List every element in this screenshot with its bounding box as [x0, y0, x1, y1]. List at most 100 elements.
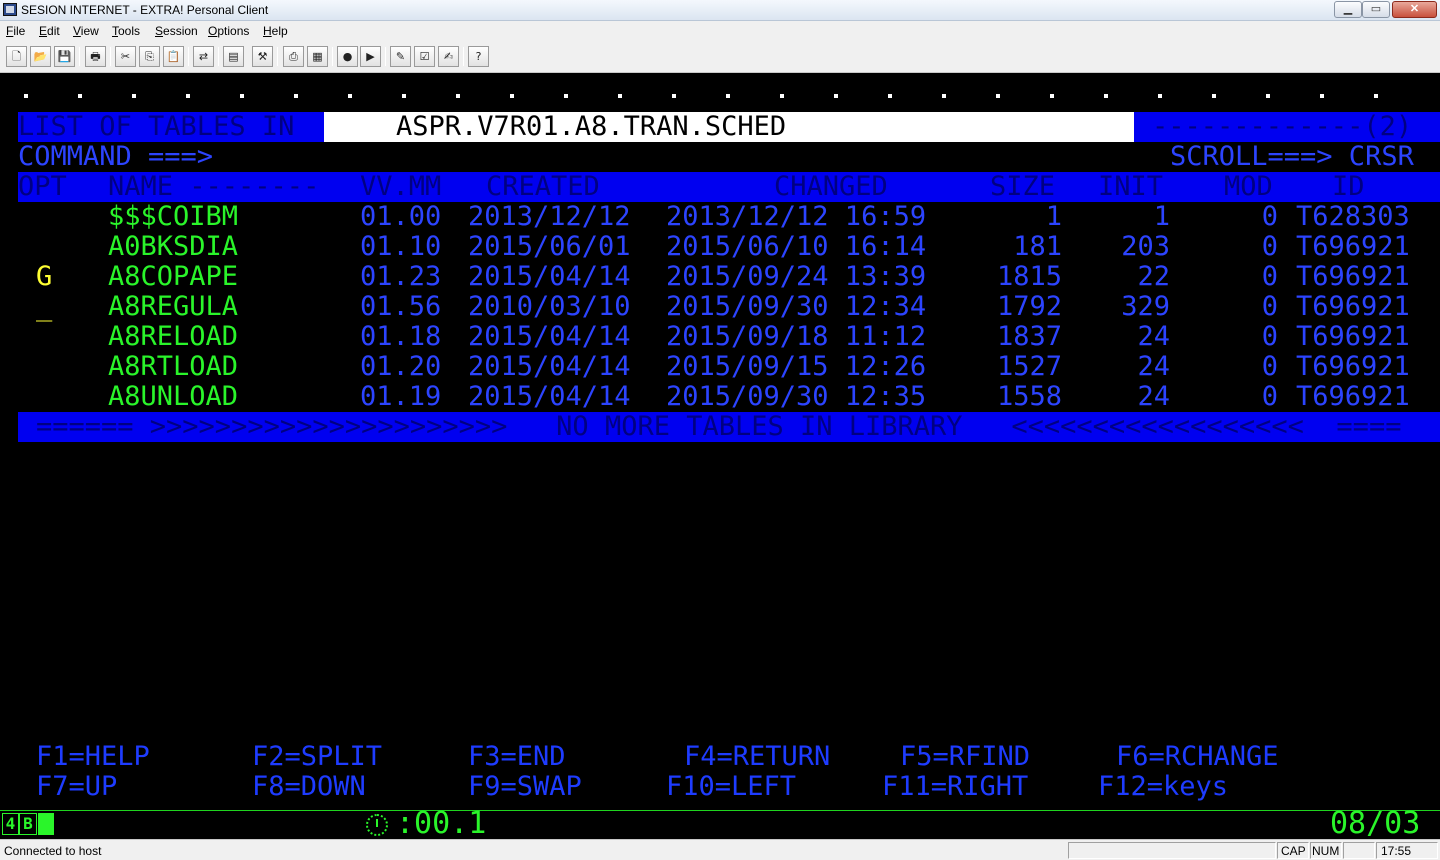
- operator-info-area: 4 B :00.1 08/03: [0, 806, 1440, 841]
- row-size: 1527: [996, 351, 1062, 382]
- table-row[interactable]: $$$COIBM 01.00 2013/12/12 2013/12/12 16:59 1…: [0, 202, 1440, 232]
- toolbar: 🗋 📂 💾 🖶 ✂ ⎘ 📋 ⇄ ▤ ⚒ ⎙ ▦ ● ▶ ✎ ☑ ✍ ?: [0, 41, 1440, 73]
- quickpad-icon[interactable]: ☑: [414, 46, 435, 67]
- menu-edit[interactable]: Edit: [39, 24, 60, 38]
- row-id: T696921: [1296, 381, 1410, 412]
- row-changed: 2015/09/30 12:34: [666, 291, 927, 322]
- table-row[interactable]: _ A8REGULA 01.56 2010/03/10 2015/09/30 12:34…: [0, 292, 1440, 322]
- close-button[interactable]: ✕: [1392, 1, 1437, 18]
- row-name[interactable]: A8RELOAD: [108, 322, 238, 352]
- minimize-button[interactable]: ▁: [1334, 1, 1362, 18]
- menu-help[interactable]: Help: [263, 24, 288, 38]
- row-id: T696921: [1296, 351, 1410, 382]
- row-created: 2015/06/01: [468, 231, 631, 262]
- session-letter: B: [19, 813, 37, 835]
- row-opt[interactable]: _: [36, 292, 52, 322]
- fkey-f8[interactable]: F8=DOWN: [252, 772, 366, 802]
- fkey-f12[interactable]: F12=keys: [1098, 772, 1228, 802]
- row-size: 1558: [996, 381, 1062, 412]
- fkey-f11[interactable]: F11=RIGHT: [882, 772, 1028, 802]
- macro-icon[interactable]: ▶: [360, 46, 381, 67]
- row-vvmm: 01.20: [360, 351, 442, 382]
- fkey-f3[interactable]: F3=END: [468, 742, 566, 772]
- clipboard-icon[interactable]: ▤: [223, 46, 244, 67]
- col-mod: MOD: [1224, 171, 1273, 202]
- transfer-icon[interactable]: ⇄: [193, 46, 214, 67]
- fkey-f5[interactable]: F5=RFIND: [900, 742, 1030, 772]
- row-vvmm: 01.00: [360, 201, 442, 232]
- row-opt[interactable]: G: [36, 262, 52, 292]
- table-row[interactable]: A8RELOAD 01.18 2015/04/14 2015/09/18 11:12 1…: [0, 322, 1440, 352]
- fkey-f4[interactable]: F4=RETURN: [684, 742, 830, 772]
- row-init: 329: [1121, 291, 1170, 322]
- row-changed: 2015/09/24 13:39: [666, 261, 927, 292]
- page-setup-icon[interactable]: ▦: [307, 46, 328, 67]
- row-changed: 2015/09/30 12:35: [666, 381, 927, 412]
- row-mod: 0: [1261, 321, 1278, 352]
- row-vvmm: 01.23: [360, 261, 442, 292]
- table-row[interactable]: A8RTLOAD 01.20 2015/04/14 2015/09/15 12:26 1…: [0, 352, 1440, 382]
- menu-tools[interactable]: Tools: [112, 24, 140, 38]
- col-vvmm: VV.MM: [360, 171, 442, 202]
- library-name[interactable]: ASPR.V7R01.A8.TRAN.SCHED: [396, 112, 786, 142]
- fkey-f7[interactable]: F7=UP: [36, 772, 117, 802]
- toolbar-separator: [332, 47, 333, 66]
- hotspot-icon[interactable]: ✍: [438, 46, 459, 67]
- fkey-f2[interactable]: F2=SPLIT: [252, 742, 382, 772]
- open-icon[interactable]: 📂: [30, 46, 51, 67]
- app-icon[interactable]: [3, 3, 17, 16]
- row-changed: 2015/09/15 12:26: [666, 351, 927, 382]
- maximize-button[interactable]: ▭: [1362, 1, 1390, 18]
- terminal-screen[interactable]: LIST OF TABLES IN ASPR.V7R01.A8.TRAN.SCH…: [0, 74, 1440, 810]
- row-created: 2015/04/14: [468, 381, 631, 412]
- window-title-bar[interactable]: SESION INTERNET - EXTRA! Personal Client…: [0, 0, 1440, 21]
- row-id: T696921: [1296, 291, 1410, 322]
- new-icon[interactable]: 🗋: [6, 46, 27, 67]
- row-name[interactable]: A8RTLOAD: [108, 352, 238, 382]
- cut-icon[interactable]: ✂: [115, 46, 136, 67]
- col-changed: CHANGED: [774, 171, 888, 202]
- menu-file[interactable]: File: [6, 24, 25, 38]
- fkey-f10[interactable]: F10=LEFT: [666, 772, 796, 802]
- edit-quickpad-icon[interactable]: ✎: [390, 46, 411, 67]
- copy-icon[interactable]: ⎘: [139, 46, 160, 67]
- table-row[interactable]: A8UNLOAD 01.19 2015/04/14 2015/09/30 12:35 1…: [0, 382, 1440, 412]
- print-screen-icon[interactable]: ⎙: [283, 46, 304, 67]
- row-name[interactable]: $$$COIBM: [108, 202, 238, 232]
- fkey-f6[interactable]: F6=RCHANGE: [1116, 742, 1279, 772]
- toolbar-separator: [463, 47, 464, 66]
- field-marker-dots: [18, 94, 1440, 106]
- fkey-f1[interactable]: F1=HELP: [36, 742, 150, 772]
- toolbar-separator: [277, 47, 278, 66]
- clock-time: 17:55: [1381, 844, 1412, 858]
- row-init: 22: [1137, 261, 1170, 292]
- session-number: 4: [2, 813, 19, 835]
- row-name[interactable]: A8REGULA: [108, 292, 238, 322]
- connect-icon[interactable]: ●: [337, 46, 358, 67]
- table-row[interactable]: G A8COPAPE 01.23 2015/04/14 2015/09/24 13:39…: [0, 262, 1440, 292]
- row-init: 24: [1137, 381, 1170, 412]
- tools-icon[interactable]: ⚒: [252, 46, 273, 67]
- save-icon[interactable]: 💾: [54, 46, 75, 67]
- row-name[interactable]: A0BKSDIA: [108, 232, 238, 262]
- scroll-label[interactable]: SCROLL===> CRSR: [1170, 142, 1414, 172]
- fkey-f9[interactable]: F9=SWAP: [468, 772, 582, 802]
- menu-options[interactable]: Options: [208, 24, 249, 38]
- table-row[interactable]: A0BKSDIA 01.10 2015/06/01 2015/06/10 16:14 1…: [0, 232, 1440, 262]
- help-icon[interactable]: ?: [468, 46, 489, 67]
- row-mod: 0: [1261, 351, 1278, 382]
- col-size: SIZE: [990, 171, 1056, 202]
- paste-icon[interactable]: 📋: [163, 46, 184, 67]
- row-size: 1: [1045, 201, 1062, 232]
- no-more-tables-message: ====== >>>>>>>>>>>>>>>>>>>>>> NO MORE TA…: [36, 411, 1402, 442]
- header-title: LIST OF TABLES IN: [18, 111, 295, 142]
- response-time: :00.1: [396, 806, 487, 841]
- print-icon[interactable]: 🖶: [85, 46, 106, 67]
- row-id: T696921: [1296, 261, 1410, 292]
- menu-session[interactable]: Session: [155, 24, 198, 38]
- col-opt: OPT: [18, 171, 67, 202]
- row-name[interactable]: A8COPAPE: [108, 262, 238, 292]
- menu-view[interactable]: View: [73, 24, 99, 38]
- window-title: SESION INTERNET - EXTRA! Personal Client: [21, 3, 269, 17]
- row-name[interactable]: A8UNLOAD: [108, 382, 238, 412]
